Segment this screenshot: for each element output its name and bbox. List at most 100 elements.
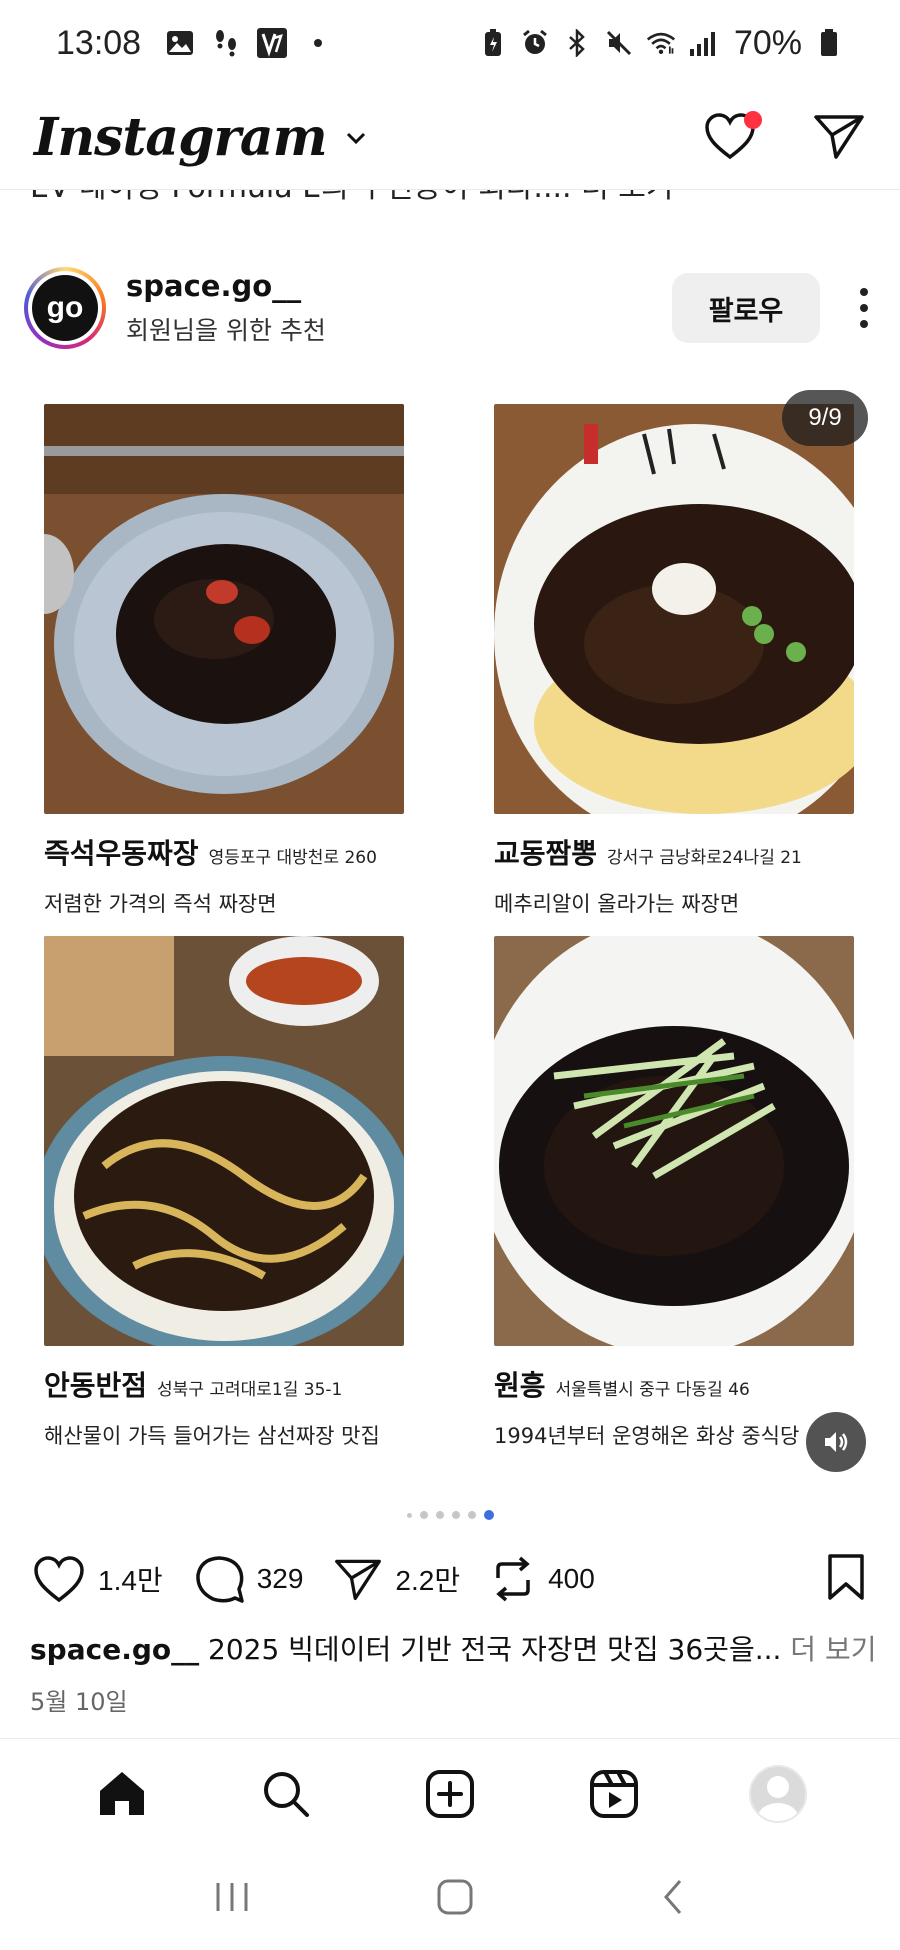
carousel-pagination — [0, 1510, 900, 1520]
repost-button[interactable]: 400 — [490, 1554, 595, 1604]
card-address: 영등포구 대방천로 260 — [208, 848, 377, 868]
nav-create[interactable] — [420, 1764, 480, 1824]
recent-apps-icon — [216, 1883, 248, 1911]
status-left: 13:08 — [56, 24, 333, 63]
post-subtitle: 회원님을 위한 추천 — [126, 316, 326, 345]
save-button[interactable] — [824, 1552, 868, 1606]
restaurant-card: 즉석우동짜장 영등포구 대방천로 260 저렴한 가격의 즉석 짜장면 — [44, 404, 404, 918]
default-user-icon — [758, 1775, 798, 1821]
avatar-inner: go — [28, 271, 102, 345]
heart-icon — [34, 1556, 84, 1603]
like-count: 1.4만 — [98, 1565, 163, 1596]
restaurant-card: 교동짬뽕 강서구 금낭화로24나길 21 메추리알이 올라가는 짜장면 — [494, 404, 854, 918]
bookmark-icon — [828, 1554, 864, 1600]
app-header: Instagram — [0, 86, 900, 190]
caption-username[interactable]: space.go__ — [30, 1633, 199, 1666]
signal-icon — [688, 28, 718, 58]
status-right: 70% — [478, 24, 844, 63]
card-description: 저렴한 가격의 즉석 짜장면 — [44, 892, 277, 916]
restaurant-card: 안동반점 성북구 고려대로1길 35-1 해산물이 가득 들어가는 삼선짜장 맛… — [44, 936, 404, 1450]
system-navigation — [0, 1848, 900, 1950]
more-options-icon[interactable] — [852, 273, 876, 343]
mute-icon — [604, 28, 634, 58]
comment-count: 329 — [256, 1563, 304, 1594]
avatar[interactable]: go — [24, 267, 106, 349]
header-actions — [702, 109, 866, 167]
footprint-icon — [211, 28, 241, 58]
card-title: 원흥 — [494, 1369, 546, 1402]
restaurant-card: 원흥 서울특별시 중구 다동길 46 1994년부터 운영해온 화상 중식당 — [494, 936, 854, 1450]
pagination-dot — [435, 1511, 444, 1519]
post-meta: space.go__ 회원님을 위한 추천 — [126, 269, 326, 347]
card-description: 메추리알이 올라가는 짜장면 — [494, 892, 740, 916]
card-title: 안동반점 — [44, 1369, 148, 1402]
status-bar: 13:08 70% — [0, 0, 900, 86]
like-button[interactable]: 1.4만 — [32, 1554, 163, 1604]
slide-counter: 9/9 — [782, 390, 868, 446]
reels-icon — [590, 1769, 638, 1818]
send-icon — [335, 1559, 382, 1601]
back-icon — [664, 1880, 682, 1914]
card-address: 서울특별시 중구 다동길 46 — [555, 1380, 750, 1400]
status-time: 13:08 — [56, 23, 142, 62]
card-description: 해산물이 가득 들어가는 삼선짜장 맛집 — [44, 1424, 380, 1448]
post-caption[interactable]: space.go__ 2025 빅데이터 기반 전국 자장면 맛집 36곳을..… — [30, 1628, 880, 1668]
pagination-dot — [406, 1512, 412, 1518]
post-date: 5월 10일 — [30, 1688, 128, 1716]
card-description: 1994년부터 운영해온 화상 중식당 — [494, 1424, 800, 1448]
sound-toggle-button[interactable] — [806, 1412, 866, 1472]
share-count: 2.2만 — [395, 1565, 461, 1596]
food-photo — [44, 404, 404, 814]
card-title-row: 원흥 서울특별시 중구 다동길 46 — [494, 1364, 854, 1404]
comment-button[interactable]: 329 — [193, 1553, 304, 1605]
profile-avatar — [749, 1764, 807, 1823]
search-icon — [264, 1771, 309, 1817]
add-post-icon — [426, 1769, 474, 1818]
bluetooth-icon — [562, 28, 592, 58]
food-photo — [494, 404, 854, 814]
speaker-icon — [825, 1432, 848, 1452]
card-address: 성북구 고려대로1길 35-1 — [157, 1380, 343, 1400]
battery-saver-icon — [478, 28, 508, 58]
nav-profile[interactable] — [748, 1764, 808, 1824]
nav-reels[interactable] — [584, 1764, 644, 1824]
card-title: 교동짬뽕 — [494, 837, 598, 870]
notification-dot — [744, 110, 762, 129]
pagination-dot-active — [483, 1510, 494, 1520]
post-action-bar: 1.4만 329 2.2만 400 — [0, 1546, 900, 1612]
caption-more-link[interactable]: 더 보기 — [781, 1633, 876, 1666]
share-button[interactable]: 2.2만 — [333, 1554, 460, 1604]
post-carousel[interactable]: 9/9 즉석우동짜장 영등포구 대방천로 260 저렴한 가격의 즉석 짜장면 — [0, 376, 900, 1476]
home-system-button[interactable] — [435, 1877, 475, 1921]
nav-search[interactable] — [256, 1764, 316, 1824]
post-header: go space.go__ 회원님을 위한 추천 팔로우 — [0, 262, 900, 354]
pagination-dot — [419, 1511, 428, 1519]
caption-text: 2025 빅데이터 기반 전국 자장면 맛집 36곳을... — [199, 1633, 782, 1666]
card-title-row: 즉석우동짜장 영등포구 대방천로 260 — [44, 832, 404, 872]
follow-button[interactable]: 팔로우 — [672, 273, 820, 343]
pagination-dot — [467, 1511, 476, 1519]
card-title: 즉석우동짜장 — [44, 837, 199, 870]
recent-apps-button[interactable] — [212, 1879, 252, 1919]
comment-icon — [195, 1556, 244, 1603]
repost-count: 400 — [548, 1563, 595, 1594]
card-title-row: 교동짬뽕 강서구 금낭화로24나길 21 — [494, 832, 854, 872]
notifications-button[interactable] — [702, 109, 762, 167]
chevron-down-icon[interactable] — [343, 125, 369, 151]
post-username[interactable]: space.go__ — [126, 269, 326, 303]
wifi-icon — [646, 28, 676, 58]
repost-icon — [496, 1556, 530, 1602]
food-photo — [44, 936, 404, 1346]
nav-home[interactable] — [92, 1764, 152, 1824]
home-icon — [100, 1771, 144, 1815]
direct-messages-button[interactable] — [812, 109, 866, 167]
card-title-row: 안동반점 성북구 고려대로1길 35-1 — [44, 1364, 404, 1404]
pagination-dot — [451, 1511, 460, 1519]
battery-icon — [814, 28, 844, 58]
app-v-icon — [257, 28, 288, 58]
back-button[interactable] — [658, 1877, 688, 1921]
instagram-logo[interactable]: Instagram — [34, 107, 328, 168]
card-address: 강서구 금낭화로24나길 21 — [607, 848, 802, 868]
home-system-icon — [437, 1879, 473, 1915]
send-icon — [814, 114, 864, 159]
